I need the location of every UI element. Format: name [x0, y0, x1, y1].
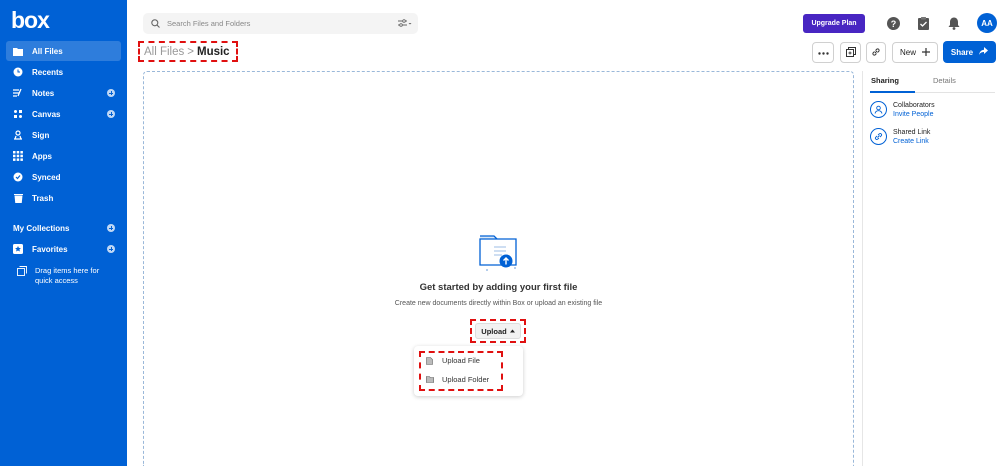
create-link-link[interactable]: Create Link — [893, 137, 930, 146]
sidebar-item-label: Canvas — [32, 109, 61, 119]
collection-drop-icon — [17, 266, 27, 286]
canvas-icon — [13, 109, 23, 119]
caret-up-icon — [509, 329, 515, 333]
avatar[interactable]: AA — [977, 13, 997, 33]
more-options-button[interactable] — [812, 42, 834, 63]
sidebar-item-notes[interactable]: Notes — [6, 83, 121, 103]
add-collection-icon[interactable] — [107, 224, 115, 232]
box-logo[interactable]: box — [11, 7, 50, 34]
drag-hint: Drag items here for quick access — [17, 266, 115, 286]
plus-icon — [922, 47, 930, 58]
sidebar-item-synced[interactable]: Synced — [6, 167, 121, 187]
upload-button-label: Upload — [481, 326, 507, 336]
tab-sharing[interactable]: Sharing — [871, 76, 899, 85]
file-upload-icon — [426, 357, 433, 365]
search-filter-icon[interactable] — [398, 19, 412, 28]
copy-link-button[interactable] — [866, 42, 886, 63]
shared-link-icon — [870, 128, 887, 145]
notes-icon — [13, 88, 23, 98]
new-button-label: New — [899, 48, 916, 57]
add-to-collection-button[interactable] — [840, 42, 861, 63]
drag-hint-text: Drag items here for quick access — [35, 266, 100, 285]
upload-file-label: Upload File — [442, 356, 480, 365]
sidebar-item-recents[interactable]: Recents — [6, 62, 121, 82]
link-icon — [871, 47, 881, 59]
sidebar-item-label: Apps — [32, 151, 52, 161]
shared-link-label: Shared Link — [893, 129, 931, 136]
empty-state-title: Get started by adding your first file — [419, 282, 578, 293]
upload-highlight: Upload — [470, 319, 526, 343]
sidebar-item-label: All Files — [32, 46, 63, 56]
sidebar-item-label: Sign — [32, 130, 50, 140]
clock-icon — [13, 67, 23, 77]
sidebar-item-sign[interactable]: Sign — [6, 125, 121, 145]
add-canvas-icon[interactable] — [107, 110, 115, 118]
tab-details[interactable]: Details — [933, 76, 956, 85]
share-button-label: Share — [950, 47, 974, 57]
star-icon — [13, 244, 23, 254]
upload-folder-illustration — [477, 229, 521, 273]
empty-state-subtitle: Create new documents directly within Box… — [394, 300, 603, 307]
breadcrumb: All Files > Music — [138, 41, 238, 62]
invite-people-link[interactable]: Invite People — [893, 110, 935, 119]
tasks-icon[interactable] — [916, 16, 930, 30]
sidebar-item-all-files[interactable]: All Files — [6, 41, 121, 61]
upgrade-plan-button[interactable]: Upgrade Plan — [803, 14, 865, 33]
grid-icon — [13, 151, 23, 161]
collection-icon — [845, 46, 856, 59]
sidebar-item-label: Favorites — [32, 244, 68, 254]
sidebar-item-label: Recents — [32, 67, 64, 77]
folder-upload-icon — [426, 376, 434, 383]
collaborators-icon — [870, 101, 887, 118]
search-placeholder: Search Files and Folders — [167, 19, 251, 28]
add-note-icon[interactable] — [107, 89, 115, 97]
sidebar-item-canvas[interactable]: Canvas — [6, 104, 121, 124]
search-input[interactable]: Search Files and Folders — [143, 13, 418, 34]
sidebar: box All Files Recents Notes Canvas Sign — [0, 0, 127, 466]
collaborators-row[interactable]: Collaborators Invite People — [870, 101, 935, 119]
sidebar-item-apps[interactable]: Apps — [6, 146, 121, 166]
upload-folder-item[interactable]: Upload Folder — [426, 375, 489, 384]
my-collections-label[interactable]: My Collections — [13, 224, 69, 233]
help-icon[interactable]: ? — [886, 16, 900, 30]
shared-link-row[interactable]: Shared Link Create Link — [870, 128, 930, 146]
ellipsis-icon — [817, 48, 829, 57]
collaborators-label: Collaborators — [893, 102, 935, 109]
upload-file-item[interactable]: Upload File — [426, 356, 480, 365]
sidebar-item-trash[interactable]: Trash — [6, 188, 121, 208]
notifications-icon[interactable] — [947, 16, 961, 30]
sign-icon — [13, 130, 23, 140]
sidebar-item-favorites[interactable]: Favorites — [6, 239, 121, 259]
share-arrow-icon — [979, 47, 989, 57]
svg-text:?: ? — [890, 18, 896, 28]
sidebar-item-label: Notes — [32, 88, 55, 98]
sidebar-item-label: Trash — [32, 193, 54, 203]
sidebar-item-label: Synced — [32, 172, 61, 182]
check-circle-icon — [13, 172, 23, 182]
active-tab-indicator — [870, 91, 915, 93]
folder-icon — [13, 46, 23, 56]
favorites-toggle-icon[interactable] — [107, 245, 115, 253]
upload-folder-label: Upload Folder — [442, 375, 490, 384]
breadcrumb-root[interactable]: All Files — [144, 46, 184, 58]
new-button[interactable]: New — [892, 42, 938, 63]
search-icon — [151, 19, 160, 28]
share-button[interactable]: Share — [943, 41, 996, 63]
upload-button[interactable]: Upload — [475, 323, 521, 339]
trash-icon — [13, 193, 23, 203]
breadcrumb-separator: > — [187, 45, 194, 58]
breadcrumb-current: Music — [196, 45, 230, 58]
